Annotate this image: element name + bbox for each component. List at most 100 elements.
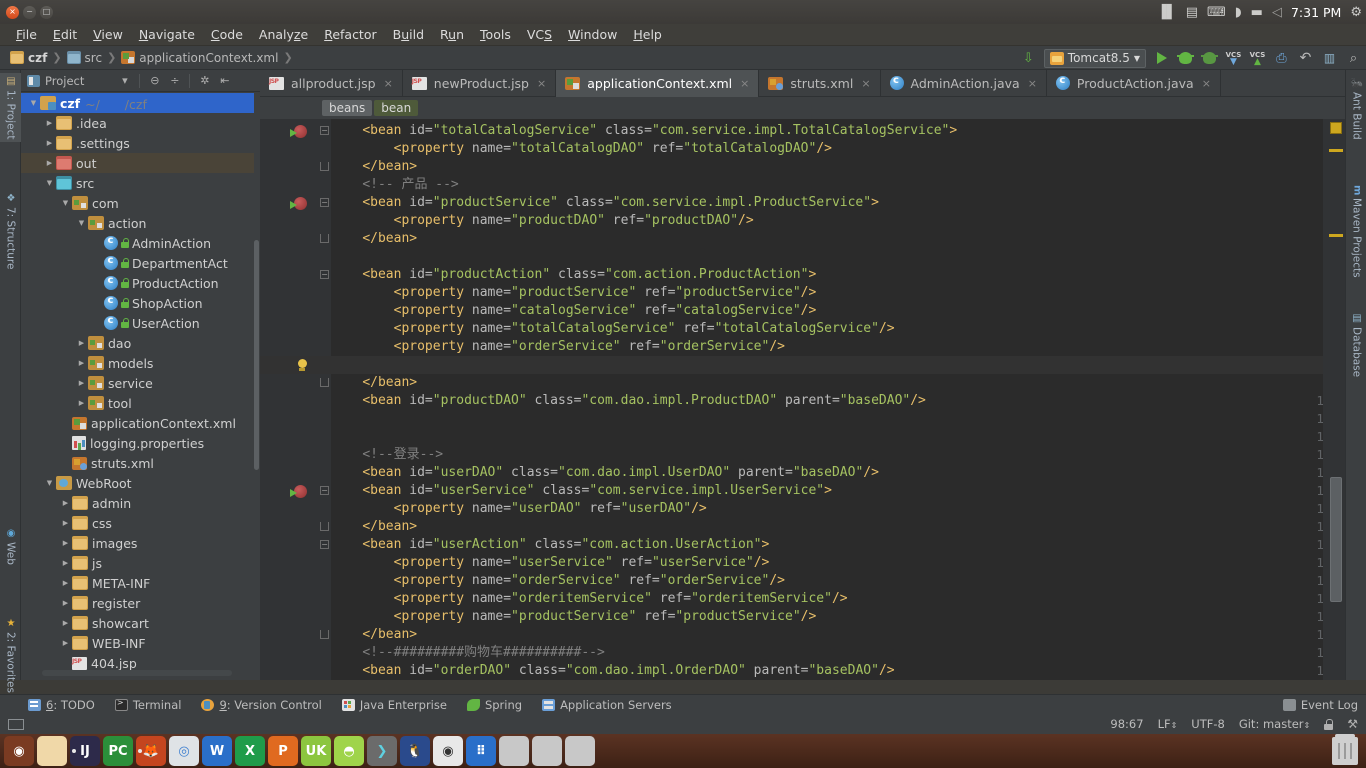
- expand-all-button[interactable]: ÷: [167, 73, 182, 88]
- warning-marker[interactable]: [1329, 149, 1343, 152]
- session-indicator-icon[interactable]: ▐▌: [1157, 6, 1177, 19]
- spring-bean-gutter-icon[interactable]: [290, 125, 307, 138]
- chevron-right-icon[interactable]: ▶: [75, 359, 88, 367]
- tree-item-settings[interactable]: ▶ .settings: [21, 133, 254, 153]
- project-tree-horizontal-scrollbar[interactable]: [42, 670, 232, 676]
- code-content[interactable]: <bean id="totalCatalogService" class="co…: [331, 119, 1323, 680]
- workspace-3-icon[interactable]: [565, 736, 595, 766]
- chevron-right-icon[interactable]: ▶: [43, 159, 56, 167]
- calendar-icon[interactable]: ▤: [1186, 6, 1198, 19]
- commit-changes-button[interactable]: VCS ▲: [1249, 50, 1266, 67]
- chevron-right-icon[interactable]: ▶: [59, 619, 72, 627]
- window-maximize-button[interactable]: □: [40, 5, 53, 19]
- code-line[interactable]: <bean id="productService" class="com.ser…: [331, 194, 879, 212]
- close-icon[interactable]: ×: [740, 77, 749, 90]
- menu-item-help[interactable]: Help: [625, 25, 670, 44]
- chevron-right-icon[interactable]: ▶: [75, 339, 88, 347]
- code-line[interactable]: <bean id="orderDAO" class="com.dao.impl.…: [331, 662, 894, 680]
- tree-item-showcart[interactable]: ▶ showcart: [21, 613, 254, 633]
- editor-scrollbar-thumb[interactable]: [1330, 477, 1342, 602]
- code-line[interactable]: <bean id="productDAO" class="com.dao.imp…: [331, 392, 926, 410]
- tool-window-tab-mavenprojects[interactable]: m Maven Projects: [1346, 182, 1366, 281]
- menu-item-tools[interactable]: Tools: [472, 25, 519, 44]
- tree-item-applicationcontextxml[interactable]: applicationContext.xml: [21, 413, 254, 433]
- word-icon[interactable]: W: [202, 736, 232, 766]
- battery-icon[interactable]: ▬: [1251, 6, 1263, 19]
- chevron-right-icon[interactable]: ▶: [43, 139, 56, 147]
- editor-tab-newproductjsp[interactable]: newProduct.jsp ×: [403, 70, 557, 96]
- menu-item-refactor[interactable]: Refactor: [316, 25, 384, 44]
- inspection-status-marker[interactable]: [1330, 122, 1342, 134]
- code-line[interactable]: <property name="productService" ref="pro…: [331, 284, 817, 302]
- close-icon[interactable]: ×: [861, 77, 870, 90]
- tree-item-idea[interactable]: ▶ .idea: [21, 113, 254, 133]
- breadcrumb-item-src[interactable]: src: [63, 51, 107, 65]
- event-log-button[interactable]: Event Log: [1282, 698, 1358, 712]
- menu-item-analyze[interactable]: Analyze: [251, 25, 316, 44]
- chromium-icon[interactable]: ◎: [169, 736, 199, 766]
- editor-tab-applicationcontextxml[interactable]: applicationContext.xml ×: [556, 70, 760, 97]
- tree-item-departmentact[interactable]: DepartmentAct: [21, 253, 254, 273]
- project-view-selector[interactable]: ▾: [117, 73, 132, 88]
- volume-muted-icon[interactable]: ◁: [1272, 6, 1282, 19]
- close-icon[interactable]: ×: [537, 77, 546, 90]
- code-line[interactable]: </bean>: [331, 158, 417, 176]
- menu-item-window[interactable]: Window: [560, 25, 625, 44]
- tree-item-js[interactable]: ▶ js: [21, 553, 254, 573]
- tree-item-tool[interactable]: ▶ tool: [21, 393, 254, 413]
- debug-button[interactable]: [1177, 50, 1194, 67]
- pycharm-icon[interactable]: PC: [103, 736, 133, 766]
- editor-tab-allproductjsp[interactable]: allproduct.jsp ×: [260, 70, 403, 96]
- breadcrumb-item-file[interactable]: applicationContext.xml: [117, 51, 282, 65]
- tool-window-tab-favorites[interactable]: ★ 2: Favorites: [0, 615, 21, 696]
- menu-item-navigate[interactable]: Navigate: [131, 25, 203, 44]
- menu-item-vcs[interactable]: VCS: [519, 25, 560, 44]
- spring-bean-gutter-icon[interactable]: [290, 197, 307, 210]
- tool-window-tab-antbuild[interactable]: 🐜 Ant Build: [1346, 74, 1366, 143]
- settings-gear-button[interactable]: ✲: [197, 73, 212, 88]
- tree-item-css[interactable]: ▶ css: [21, 513, 254, 533]
- chevron-right-icon[interactable]: ▶: [59, 559, 72, 567]
- trash-icon[interactable]: [1332, 734, 1358, 765]
- marker-gutter[interactable]: [1323, 119, 1345, 680]
- uk-shopping-icon[interactable]: UK: [301, 736, 331, 766]
- hide-panel-button[interactable]: ⇤: [217, 73, 232, 88]
- git-branch-widget[interactable]: Git: master⇕: [1239, 717, 1310, 731]
- penguin-app-icon[interactable]: 🐧: [400, 736, 430, 766]
- line-separator[interactable]: LF⇕: [1158, 717, 1178, 731]
- code-line[interactable]: <bean id="userDAO" class="com.dao.impl.U…: [331, 464, 879, 482]
- spring-bean-gutter-icon[interactable]: [290, 485, 307, 498]
- editor-tab-strutsxml[interactable]: struts.xml ×: [759, 70, 881, 96]
- chevron-right-icon[interactable]: ▶: [59, 519, 72, 527]
- inspection-hammer-icon[interactable]: ⚒: [1347, 717, 1358, 731]
- ubuntu-dash-icon[interactable]: ◉: [4, 736, 34, 766]
- chevron-down-icon[interactable]: ▼: [43, 479, 56, 487]
- fold-collapse-icon[interactable]: −: [320, 540, 329, 549]
- code-line[interactable]: <bean id="userService" class="com.servic…: [331, 482, 832, 500]
- workspace-1-icon[interactable]: [499, 736, 529, 766]
- code-line[interactable]: </bean>: [331, 518, 417, 536]
- close-icon[interactable]: ×: [1028, 77, 1037, 90]
- chevron-right-icon[interactable]: ▶: [75, 379, 88, 387]
- tree-item-webinf[interactable]: ▶ WEB-INF: [21, 633, 254, 653]
- search-everywhere-button[interactable]: ⌕: [1345, 50, 1362, 67]
- editor-tab-adminactionjava[interactable]: AdminAction.java ×: [881, 70, 1047, 96]
- code-line[interactable]: <property name="orderitemService" ref="o…: [331, 590, 848, 608]
- breadcrumb-item-project[interactable]: czf: [6, 51, 51, 65]
- tree-item-metainf[interactable]: ▶ META-INF: [21, 573, 254, 593]
- tree-item-webroot[interactable]: ▼ WebRoot: [21, 473, 254, 493]
- tree-item-models[interactable]: ▶ models: [21, 353, 254, 373]
- fold-end-icon[interactable]: [320, 162, 329, 171]
- chevron-right-icon[interactable]: ▶: [59, 539, 72, 547]
- code-line[interactable]: </bean>: [331, 374, 417, 392]
- code-editor[interactable]: <bean id="totalCatalogService" class="co…: [260, 119, 1345, 680]
- tree-item-dao[interactable]: ▶ dao: [21, 333, 254, 353]
- fold-end-icon[interactable]: [320, 234, 329, 243]
- files-nautilus-icon[interactable]: [37, 736, 67, 766]
- tool-window-tab-project[interactable]: ▤ 1: Project: [0, 73, 21, 143]
- tree-item-com[interactable]: ▼ com: [21, 193, 254, 213]
- tool-window-button-javaenterprise[interactable]: Java Enterprise: [341, 698, 447, 712]
- gear-icon[interactable]: ⚙: [1350, 6, 1362, 19]
- caret-position[interactable]: 98:67: [1110, 717, 1143, 731]
- media-player-icon[interactable]: ❯: [367, 736, 397, 766]
